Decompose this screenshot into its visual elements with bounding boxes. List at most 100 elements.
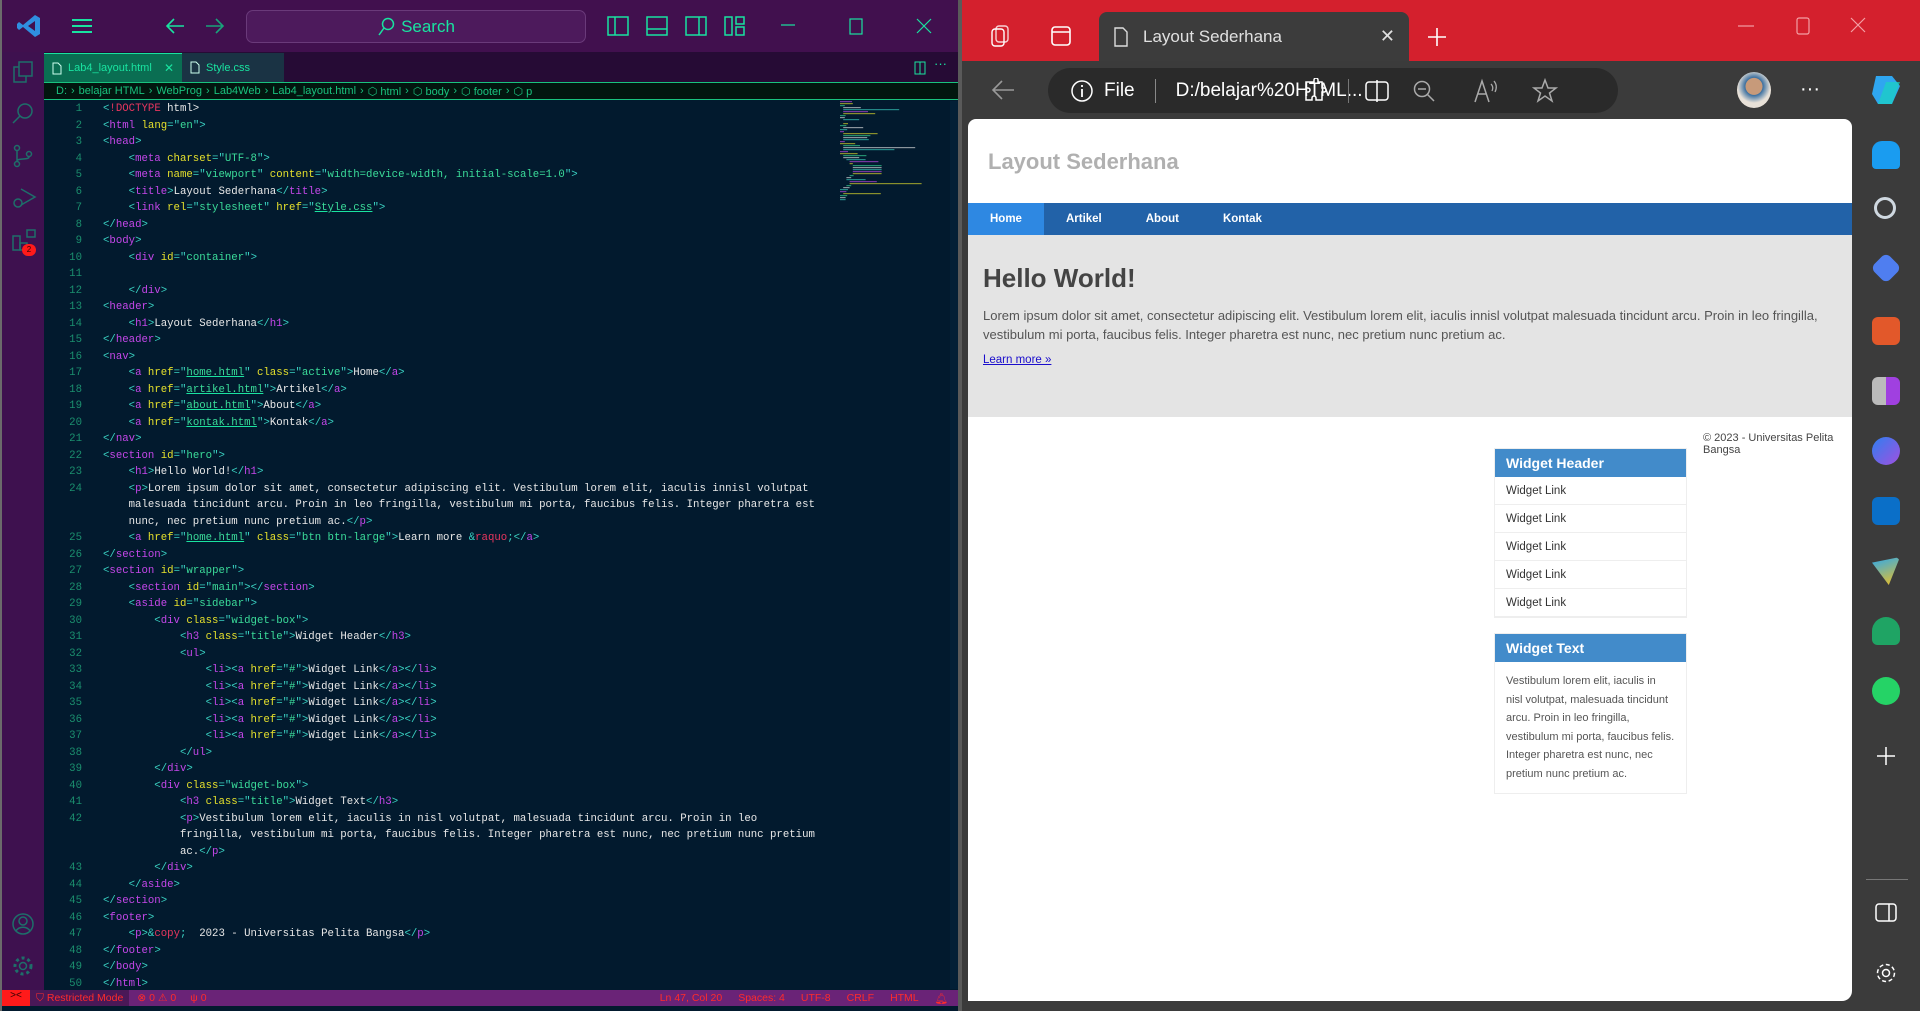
code-line[interactable]: 19 <a href="about.html">About</a>	[44, 398, 834, 415]
toggle-primary-sidebar-icon[interactable]	[606, 15, 630, 37]
breadcrumb-item[interactable]: ⬡ footer	[461, 85, 502, 98]
tab-close-icon[interactable]: ✕	[164, 61, 174, 75]
code-line[interactable]: 2 <html lang="en">	[44, 118, 834, 135]
widget-link[interactable]: Widget Link	[1495, 589, 1686, 617]
search-icon[interactable]	[1874, 197, 1896, 219]
code-line[interactable]: 40 <div class="widget-box">	[44, 778, 834, 795]
menu-icon[interactable]	[70, 17, 94, 35]
indentation[interactable]: Spaces: 4	[738, 992, 785, 1005]
tools-briefcase-icon[interactable]	[1872, 317, 1900, 345]
code-line[interactable]: 44 </aside>	[44, 877, 834, 894]
cursor-position[interactable]: Ln 47, Col 20	[660, 992, 722, 1005]
notifications-bell-icon[interactable]	[1872, 141, 1900, 169]
minimize-icon[interactable]	[1738, 24, 1754, 28]
language-mode[interactable]: HTML	[890, 992, 919, 1005]
widget-link[interactable]: Widget Link	[1495, 561, 1686, 589]
code-line[interactable]: 45 </section>	[44, 893, 834, 910]
code-line[interactable]: 4 <meta charset="UTF-8">	[44, 151, 834, 168]
zoom-out-icon[interactable]	[1412, 79, 1436, 103]
settings-more-icon[interactable]: ···	[1800, 78, 1820, 101]
more-actions-icon[interactable]: ···	[934, 56, 947, 71]
code-line[interactable]: 31 <h3 class="title">Widget Header</h3>	[44, 629, 834, 646]
explorer-icon[interactable]	[11, 60, 35, 84]
editor-scrollbar[interactable]	[950, 101, 958, 989]
widget-link[interactable]: Widget Link	[1495, 533, 1686, 561]
tab-lab4-layout-html[interactable]: Lab4_layout.html ✕	[44, 53, 182, 82]
vertical-tabs-icon[interactable]	[1050, 25, 1072, 47]
end-of-line[interactable]: CRLF	[847, 992, 874, 1005]
sidebar-settings-gear-icon[interactable]	[1874, 961, 1898, 985]
address-url[interactable]: D:/belajar%20HTML...	[1176, 80, 1363, 102]
code-line[interactable]: 5 <meta name="viewport" content="width=de…	[44, 167, 834, 184]
info-icon[interactable]	[1070, 79, 1094, 103]
code-line[interactable]: 16 <nav>	[44, 349, 834, 366]
breadcrumb-item[interactable]: ⬡ html	[368, 85, 401, 98]
code-line[interactable]: 32 <ul>	[44, 646, 834, 663]
code-line[interactable]: 48 </footer>	[44, 943, 834, 960]
code-line[interactable]: 17 <a href="home.html" class="active">Hom…	[44, 365, 834, 382]
settings-gear-icon[interactable]	[11, 954, 35, 978]
minimap[interactable]	[840, 101, 950, 221]
whatsapp-icon[interactable]	[1872, 677, 1900, 705]
code-line[interactable]: 23 <h1>Hello World!</h1>	[44, 464, 834, 481]
microsoft365-icon[interactable]	[1872, 437, 1900, 465]
code-line[interactable]: 24 <p>Lorem ipsum dolor sit amet, consect…	[44, 481, 834, 531]
code-editor[interactable]: 1 <!DOCTYPE html> 2 <html lang="en"> 3 <head>…	[44, 101, 834, 990]
new-tab-icon[interactable]	[1427, 27, 1447, 47]
code-line[interactable]: 1 <!DOCTYPE html>	[44, 101, 834, 118]
favorite-star-icon[interactable]	[1532, 78, 1558, 104]
hide-sidebar-icon[interactable]	[1875, 903, 1897, 923]
run-debug-icon[interactable]	[11, 186, 37, 210]
encoding[interactable]: UTF-8	[801, 992, 831, 1005]
toggle-panel-icon[interactable]	[645, 15, 669, 37]
code-line[interactable]: 38 </ul>	[44, 745, 834, 762]
code-line[interactable]: 43 </div>	[44, 860, 834, 877]
code-line[interactable]: 9 <body>	[44, 233, 834, 250]
problems-button[interactable]: ⊗ 0 ⚠ 0	[129, 992, 184, 1004]
restricted-mode-button[interactable]: ⛉ Restricted Mode	[30, 990, 130, 1006]
code-line[interactable]: 29 <aside id="sidebar">	[44, 596, 834, 613]
nav-artikel[interactable]: Artikel	[1044, 203, 1124, 235]
account-icon[interactable]	[11, 912, 35, 936]
code-line[interactable]: 27 <section id="wrapper">	[44, 563, 834, 580]
forward-arrow-icon[interactable]	[204, 16, 226, 36]
code-line[interactable]: 3 <head>	[44, 134, 834, 151]
code-line[interactable]: 11	[44, 266, 834, 283]
code-line[interactable]: 36 <li><a href="#">Widget Link</a></li>	[44, 712, 834, 729]
code-line[interactable]: 12 </div>	[44, 283, 834, 300]
code-line[interactable]: 8 </head>	[44, 217, 834, 234]
send-telegram-icon[interactable]	[1872, 557, 1900, 585]
breadcrumb-item[interactable]: D:	[56, 85, 67, 97]
maximize-icon[interactable]	[848, 18, 864, 36]
drop-tree-icon[interactable]	[1872, 617, 1900, 645]
breadcrumb-item[interactable]: Lab4Web	[214, 85, 261, 97]
widget-link[interactable]: Widget Link	[1495, 505, 1686, 533]
source-control-icon[interactable]	[11, 144, 35, 168]
code-line[interactable]: 6 <title>Layout Sederhana</title>	[44, 184, 834, 201]
outlook-icon[interactable]	[1872, 497, 1900, 525]
nav-kontak[interactable]: Kontak	[1201, 203, 1284, 235]
code-line[interactable]: 47 <p>&copy; 2023 - Universitas Pelita Ba…	[44, 926, 834, 943]
copilot-icon[interactable]	[1868, 72, 1908, 108]
split-screen-icon[interactable]	[1364, 78, 1390, 104]
address-bar[interactable]: File D:/belajar%20HTML...	[1048, 68, 1618, 113]
code-line[interactable]: 22 <section id="hero">	[44, 448, 834, 465]
code-line[interactable]: 37 <li><a href="#">Widget Link</a></li>	[44, 728, 834, 745]
workspaces-icon[interactable]	[988, 24, 1012, 48]
code-line[interactable]: 20 <a href="kontak.html">Kontak</a>	[44, 415, 834, 432]
code-line[interactable]: 15 </header>	[44, 332, 834, 349]
maximize-icon[interactable]	[1796, 17, 1810, 35]
toggle-secondary-sidebar-icon[interactable]	[684, 15, 708, 37]
learn-more-link[interactable]: Learn more »	[983, 354, 1051, 366]
code-line[interactable]: 42 <p>Vestibulum lorem elit, iaculis in n…	[44, 811, 834, 861]
back-icon[interactable]	[990, 79, 1016, 101]
code-line[interactable]: 33 <li><a href="#">Widget Link</a></li>	[44, 662, 834, 679]
breadcrumb-item[interactable]: belajar HTML	[79, 85, 145, 97]
games-icon[interactable]	[1872, 377, 1900, 405]
read-aloud-icon[interactable]	[1472, 78, 1500, 104]
widget-link[interactable]: Widget Link	[1495, 477, 1686, 505]
profile-avatar[interactable]	[1737, 72, 1771, 108]
code-line[interactable]: 25 <a href="home.html" class="btn btn-lar…	[44, 530, 834, 547]
command-search-input[interactable]: Search	[246, 10, 586, 43]
code-line[interactable]: 28 <section id="main"></section>	[44, 580, 834, 597]
